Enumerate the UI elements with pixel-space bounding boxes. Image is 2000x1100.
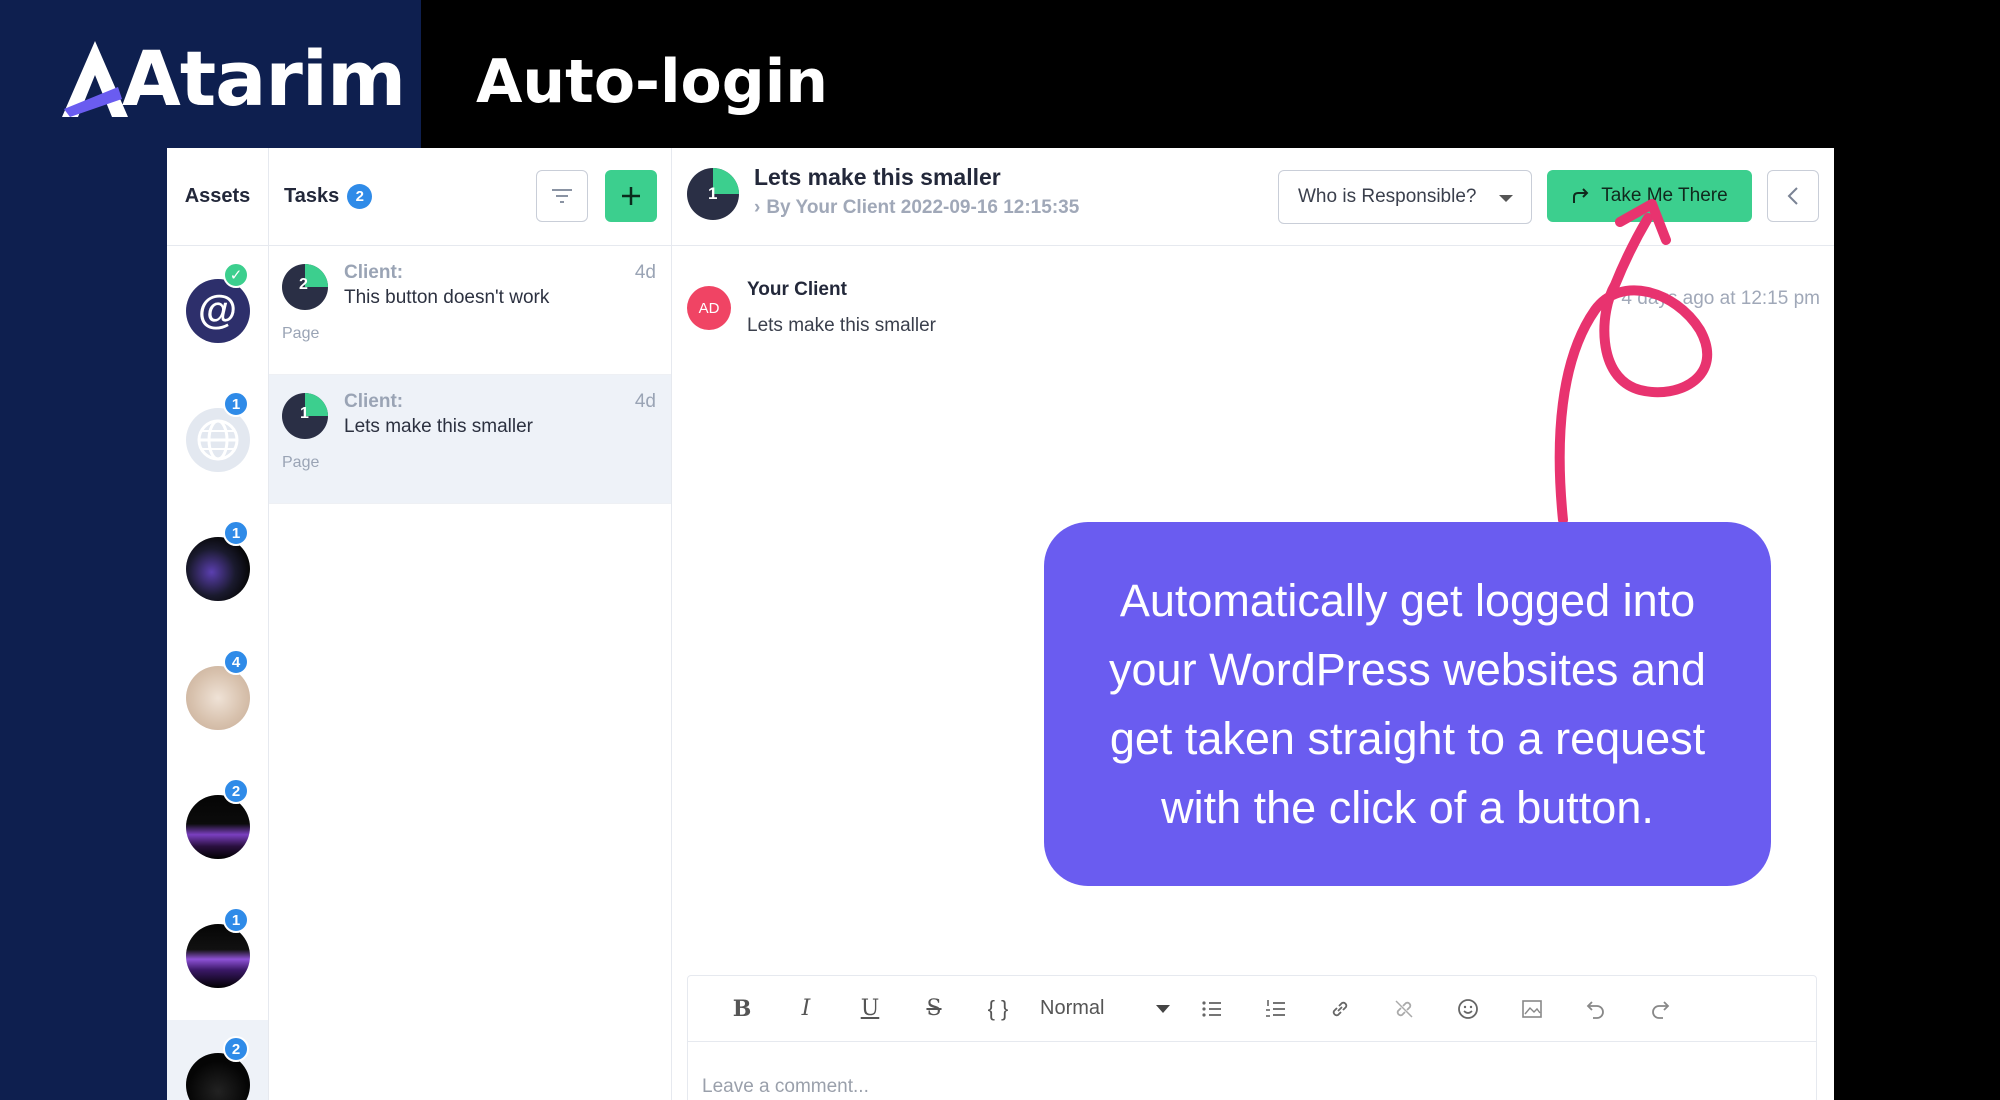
plus-icon <box>622 187 640 205</box>
asset-item[interactable]: 1 <box>167 891 268 1020</box>
tasks-count-badge: 2 <box>347 184 373 209</box>
task-byline: › By Your Client 2022-09-16 12:15:35 <box>754 197 1079 219</box>
editor-toolbar: B I U S { } Normal <box>688 976 1816 1042</box>
unlink-button[interactable] <box>1372 989 1436 1029</box>
underline-button[interactable]: U <box>838 989 902 1029</box>
site-thumbnail-icon <box>185 665 250 730</box>
undo-icon <box>1586 1000 1604 1019</box>
asset-badge: 2 <box>223 778 249 804</box>
site-thumbnail-icon <box>185 794 250 859</box>
brand-name: Atarim <box>122 34 406 123</box>
task-age: 4d <box>634 391 656 412</box>
comment-editor: B I U S { } Normal Leave a comment... <box>687 975 1817 1100</box>
emoji-button[interactable] <box>1436 989 1500 1029</box>
task-age: 4d <box>634 262 656 283</box>
annotation-arrow-icon <box>1554 199 1713 525</box>
code-button[interactable]: { } <box>966 989 1030 1029</box>
avatar: AD <box>687 286 731 330</box>
atarim-logo-icon <box>62 41 128 117</box>
page-title: Auto-login <box>476 47 828 117</box>
callout-text: Automatically get logged into your WordP… <box>1109 575 1706 833</box>
filter-icon <box>552 189 572 203</box>
task-number: 1 <box>300 405 309 422</box>
chevron-left-icon <box>1787 187 1798 205</box>
asset-item[interactable]: @ ✓ <box>167 246 268 375</box>
bullet-list-icon <box>1202 1000 1221 1017</box>
asset-badge: 4 <box>223 649 249 675</box>
asset-thumbnail: @ <box>185 278 250 343</box>
numbered-list-icon <box>1266 999 1285 1017</box>
link-icon <box>1332 1001 1348 1016</box>
site-thumbnail-icon <box>185 923 250 988</box>
undo-button[interactable] <box>1564 989 1628 1029</box>
task-item[interactable]: 2 Client: This button doesn't work 4d Pa… <box>269 246 671 375</box>
chevron-right-icon: › <box>754 197 761 218</box>
assets-header: Assets <box>167 148 268 246</box>
italic-button[interactable]: I <box>774 989 838 1029</box>
asset-item[interactable]: 2 <box>167 1020 268 1100</box>
comment-text: Lets make this smaller <box>747 315 937 336</box>
responsible-label: Who is Responsible? <box>1298 186 1477 207</box>
comment-input[interactable]: Leave a comment... <box>702 1076 869 1098</box>
site-thumbnail-icon <box>185 536 250 601</box>
task-number: 1 <box>708 184 718 203</box>
comment-author: Your Client <box>747 279 847 300</box>
task-byline-text: By Your Client 2022-09-16 12:15:35 <box>766 197 1080 218</box>
assets-column: Assets @ ✓ 1 1 4 2 1 2 <box>167 148 269 1100</box>
format-select-value: Normal <box>1040 997 1105 1019</box>
task-title: Lets make this smaller <box>344 416 534 437</box>
at-sign-icon: @ <box>197 288 237 332</box>
strikethrough-button[interactable]: S <box>902 989 966 1029</box>
globe-icon <box>197 419 238 460</box>
asset-thumbnail <box>185 407 250 472</box>
asset-badge: ✓ <box>223 262 249 288</box>
bullet-list-button[interactable] <box>1180 989 1244 1029</box>
caret-down-icon <box>1156 1004 1170 1013</box>
redo-icon <box>1652 1000 1670 1019</box>
bold-button[interactable]: B <box>710 989 774 1029</box>
tasks-column: Tasks 2 2 Client: This button doesn't wo… <box>269 148 672 1100</box>
task-type: Page <box>282 325 320 342</box>
filter-button[interactable] <box>536 170 588 222</box>
asset-badge: 1 <box>223 391 249 417</box>
asset-item[interactable]: 1 <box>167 375 268 504</box>
redo-button[interactable] <box>1628 989 1692 1029</box>
callout-box: Automatically get logged into your WordP… <box>1044 522 1771 886</box>
image-icon <box>1522 999 1542 1018</box>
atarim-logo: Atarim <box>60 34 406 124</box>
asset-item[interactable]: 1 <box>167 504 268 633</box>
asset-badge: 1 <box>223 520 249 546</box>
responsible-dropdown[interactable]: Who is Responsible? <box>1278 170 1532 224</box>
asset-badge: 2 <box>223 1036 249 1062</box>
image-button[interactable] <box>1500 989 1564 1029</box>
task-title: This button doesn't work <box>344 287 550 308</box>
asset-item[interactable]: 2 <box>167 762 268 891</box>
task-type: Page <box>282 454 320 471</box>
task-from: Client: <box>344 262 404 283</box>
task-from: Client: <box>344 391 404 412</box>
tasks-header: Tasks 2 <box>269 148 671 246</box>
task-item[interactable]: 1 Client: Lets make this smaller 4d Page <box>269 375 671 504</box>
asset-item[interactable]: 4 <box>167 633 268 762</box>
numbered-list-button[interactable] <box>1244 989 1308 1029</box>
collapse-panel-button[interactable] <box>1767 170 1819 222</box>
asset-badge: 1 <box>223 907 249 933</box>
smiley-icon <box>1458 998 1478 1019</box>
task-number: 2 <box>299 276 308 293</box>
add-task-button[interactable] <box>605 170 657 222</box>
task-title: Lets make this smaller <box>754 164 1001 190</box>
tasks-header-label: Tasks <box>284 185 340 207</box>
format-select[interactable]: Normal <box>1030 989 1180 1029</box>
unlink-icon <box>1395 999 1413 1018</box>
link-button[interactable] <box>1308 989 1372 1029</box>
